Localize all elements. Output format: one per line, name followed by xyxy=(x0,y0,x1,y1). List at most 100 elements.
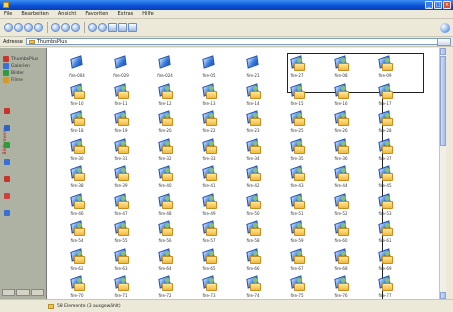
thumbnail-item[interactable]: fire-46 xyxy=(57,192,97,220)
thumbnail-item[interactable]: fire-029 xyxy=(101,55,141,82)
thumbnail-item[interactable]: fire-58 xyxy=(233,220,273,247)
thumbnail-item[interactable]: fire-45 xyxy=(365,165,405,192)
sidebar-item[interactable]: Galerien xyxy=(3,63,30,69)
thumbnail-item[interactable]: fire-25 xyxy=(277,110,317,137)
thumbnail-item[interactable]: fire-14 xyxy=(233,82,273,110)
menu-item[interactable]: Ansicht xyxy=(58,11,76,17)
scroll-up-button[interactable] xyxy=(440,48,446,55)
forward-icon[interactable] xyxy=(14,23,23,32)
thumbnail-item[interactable]: fire-23 xyxy=(233,110,273,137)
thumbnail-item[interactable]: fire-28 xyxy=(365,110,405,137)
thumbnail-item[interactable]: fire-13 xyxy=(189,82,229,110)
thumbnail-item[interactable]: fire-61 xyxy=(365,220,405,247)
thumbnail-item[interactable]: fire-09 xyxy=(365,55,405,82)
thumbnail-item[interactable]: fire-60 xyxy=(321,220,361,247)
tool-icon[interactable] xyxy=(4,176,10,182)
minimize-button[interactable]: _ xyxy=(425,1,433,9)
thumbnail-item[interactable]: fire-39 xyxy=(101,165,141,192)
thumbnail-item[interactable]: fire-59 xyxy=(277,220,317,247)
thumbnail-item[interactable]: fire-19 xyxy=(101,110,141,137)
thumbnail-item[interactable]: fire-21 xyxy=(233,55,273,82)
menu-item[interactable]: Hilfe xyxy=(142,11,153,17)
thumbnail-item[interactable]: fire-31 xyxy=(101,137,141,165)
thumbnail-item[interactable]: fire-74 xyxy=(233,275,273,299)
thumbnail-item[interactable]: fire-10 xyxy=(57,82,97,110)
maximize-button[interactable]: □ xyxy=(434,1,442,9)
thumbnail-item[interactable]: fire-16 xyxy=(321,82,361,110)
thumbnail-item[interactable]: fire-63 xyxy=(101,247,141,275)
thumbnail-item[interactable]: fire-15 xyxy=(277,82,317,110)
thumbnail-item[interactable]: fire-38 xyxy=(57,165,97,192)
home-icon[interactable] xyxy=(51,23,60,32)
thumbnail-item[interactable]: fire-66 xyxy=(233,247,273,275)
thumbnail-item[interactable]: fire-36 xyxy=(321,137,361,165)
thumbnail-item[interactable]: fire-05 xyxy=(189,55,229,82)
thumbnail-item[interactable]: fire-54 xyxy=(57,220,97,247)
sidebar-item[interactable]: Filme xyxy=(3,77,23,83)
thumbnail-item[interactable]: fire-51 xyxy=(277,192,317,220)
thumbnail-item[interactable]: fire-48 xyxy=(145,192,185,220)
thumbnail-item[interactable]: fire-024 xyxy=(145,55,185,82)
tool-icon[interactable] xyxy=(4,193,10,199)
thumbnail-item[interactable]: fire-27 xyxy=(277,55,317,82)
thumbnail-item[interactable]: fire-64 xyxy=(145,247,185,275)
close-button[interactable]: × xyxy=(443,1,451,9)
thumbnail-item[interactable]: fire-53 xyxy=(365,192,405,220)
stop-icon[interactable] xyxy=(71,23,80,32)
thumbnail-item[interactable]: fire-55 xyxy=(101,220,141,247)
thumbnail-grid[interactable]: fire-004 fire-029 fire-024 fire-05 fire-21 fi… xyxy=(47,48,439,299)
thumbnail-item[interactable]: fire-71 xyxy=(101,275,141,299)
thumbnail-item[interactable]: fire-44 xyxy=(321,165,361,192)
thumbnail-item[interactable]: fire-37 xyxy=(365,137,405,165)
thumbnail-item[interactable]: fire-76 xyxy=(321,275,361,299)
thumbnail-item[interactable]: fire-17 xyxy=(365,82,405,110)
tool-icon[interactable] xyxy=(4,210,10,216)
thumbnail-item[interactable]: fire-35 xyxy=(277,137,317,165)
thumbnail-item[interactable]: fire-22 xyxy=(189,110,229,137)
thumbnail-item[interactable]: fire-68 xyxy=(321,247,361,275)
thumbnail-item[interactable]: fire-30 xyxy=(57,137,97,165)
thumbnail-item[interactable]: fire-67 xyxy=(277,247,317,275)
scroll-down-button[interactable] xyxy=(440,292,446,299)
sidebar-item[interactable]: ThumbsPlus xyxy=(3,56,38,62)
thumbnail-item[interactable]: fire-18 xyxy=(57,110,97,137)
thumbnail-item[interactable]: fire-12 xyxy=(145,82,185,110)
menu-item[interactable]: Favoriten xyxy=(85,11,108,17)
go-button[interactable] xyxy=(437,38,451,46)
back-icon[interactable] xyxy=(4,23,13,32)
thumbnail-item[interactable]: fire-33 xyxy=(189,137,229,165)
thumbnail-item[interactable]: fire-52 xyxy=(321,192,361,220)
thumbnail-item[interactable]: fire-40 xyxy=(145,165,185,192)
zoom-out-icon[interactable] xyxy=(98,23,107,32)
thumbnail-item[interactable]: fire-62 xyxy=(57,247,97,275)
search-icon[interactable] xyxy=(61,23,70,32)
refresh-icon[interactable] xyxy=(34,23,43,32)
up-icon[interactable] xyxy=(24,23,33,32)
thumbnail-item[interactable]: fire-57 xyxy=(189,220,229,247)
thumbnail-item[interactable]: fire-49 xyxy=(189,192,229,220)
thumbnail-item[interactable]: fire-72 xyxy=(145,275,185,299)
zoom-in-icon[interactable] xyxy=(88,23,97,32)
thumbnail-item[interactable]: fire-77 xyxy=(365,275,405,299)
thumbnail-item[interactable]: fire-11 xyxy=(101,82,141,110)
thumbnail-item[interactable]: fire-65 xyxy=(189,247,229,275)
thumbnail-item[interactable]: fire-32 xyxy=(145,137,185,165)
thumbnail-item[interactable]: fire-69 xyxy=(365,247,405,275)
menu-item[interactable]: Extras xyxy=(117,11,133,17)
thumbnail-item[interactable]: fire-08 xyxy=(321,55,361,82)
thumbnail-item[interactable]: fire-004 xyxy=(57,55,97,82)
vertical-scrollbar[interactable] xyxy=(439,48,446,299)
menu-item[interactable]: Bearbeiten xyxy=(21,11,48,17)
thumbnail-item[interactable]: fire-34 xyxy=(233,137,273,165)
thumbnail-item[interactable]: fire-70 xyxy=(57,275,97,299)
sidebar-nav-button[interactable] xyxy=(30,289,44,296)
tool-icon[interactable] xyxy=(4,108,10,114)
thumbnail-item[interactable]: fire-75 xyxy=(277,275,317,299)
scroll-thumb[interactable] xyxy=(440,56,446,146)
thumbnail-item[interactable]: fire-42 xyxy=(233,165,273,192)
tool-icon[interactable] xyxy=(4,142,10,148)
thumbnail-item[interactable]: fire-20 xyxy=(145,110,185,137)
thumbnail-view-icon[interactable] xyxy=(108,23,117,32)
thumbnail-item[interactable]: fire-43 xyxy=(277,165,317,192)
details-view-icon[interactable] xyxy=(128,23,137,32)
